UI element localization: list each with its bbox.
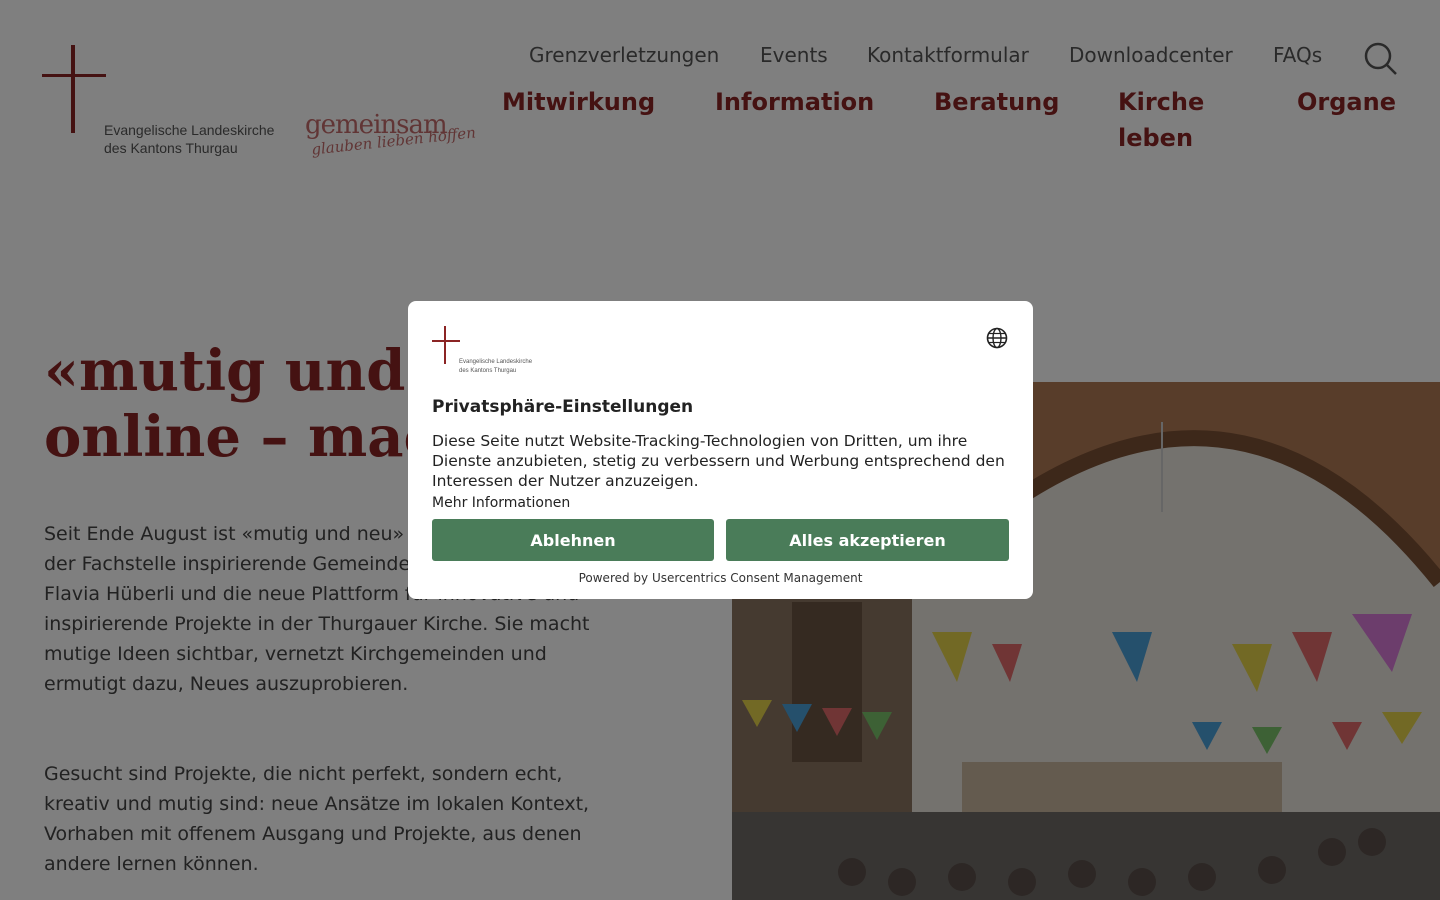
powered-by-text: Powered by Usercentrics Consent Manageme…	[578, 571, 863, 585]
dialog-logo-line1: Evangelische Landeskirche	[459, 359, 533, 365]
deny-button[interactable]: Ablehnen	[432, 519, 714, 561]
page: Evangelische Landeskirche des Kantons Th…	[0, 0, 1440, 900]
dialog-cross-icon	[444, 326, 446, 364]
accept-all-button[interactable]: Alles akzeptieren	[726, 519, 1009, 561]
dialog-logo-line2: des Kantons Thurgau	[459, 368, 517, 374]
more-info-link[interactable]: Mehr Informationen	[432, 495, 570, 511]
dialog-logo: Evangelische Landeskirche des Kantons Th…	[432, 326, 542, 376]
consent-dialog: Evangelische Landeskirche des Kantons Th…	[408, 301, 1033, 599]
dialog-description: Diese Seite nutzt Website-Tracking-Techn…	[432, 432, 1005, 490]
dialog-logo-text: Evangelische Landeskirche des Kantons Th…	[459, 358, 532, 376]
dialog-title: Privatsphäre-Einstellungen	[432, 397, 694, 417]
language-globe-icon[interactable]	[986, 327, 1008, 349]
dialog-cross-icon-bar	[432, 340, 460, 342]
